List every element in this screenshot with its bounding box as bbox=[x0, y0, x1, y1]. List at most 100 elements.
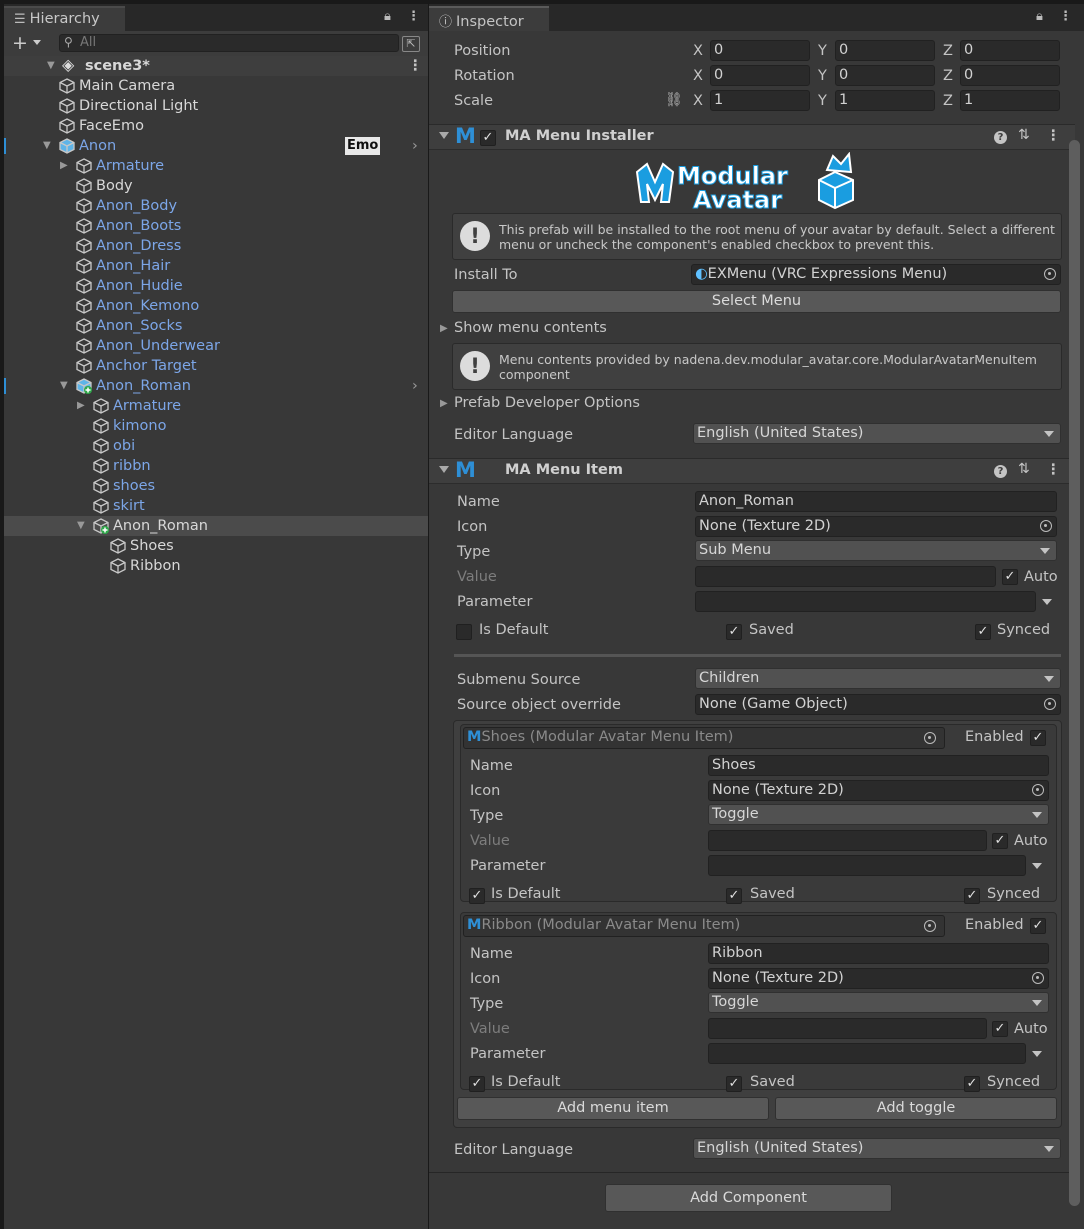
hierarchy-item[interactable]: ▼ Anon_Roman › bbox=[4, 376, 428, 396]
chevron-right-icon[interactable]: › bbox=[412, 376, 418, 396]
add-toggle-button[interactable]: Add toggle bbox=[775, 1097, 1057, 1120]
lock-icon[interactable]: 🔒︎ bbox=[384, 9, 391, 24]
auto-checkbox[interactable]: ✓ bbox=[1002, 569, 1018, 585]
collapse-arrow-icon[interactable]: ▶ bbox=[77, 396, 85, 416]
is-default-checkbox[interactable] bbox=[456, 624, 472, 640]
component-menu-icon[interactable]: ⋮ bbox=[1046, 128, 1061, 144]
value-field[interactable] bbox=[708, 1018, 987, 1039]
object-picker-icon[interactable] bbox=[924, 920, 936, 932]
object-picker-icon[interactable] bbox=[1032, 972, 1044, 984]
add-icon[interactable]: + bbox=[12, 32, 28, 54]
install-to-field[interactable]: ◐EXMenu (VRC Expressions Menu) bbox=[691, 264, 1061, 285]
position-z-field[interactable]: 0 bbox=[960, 40, 1060, 61]
object-picker-icon[interactable] bbox=[1044, 698, 1056, 710]
name-field[interactable]: Shoes bbox=[708, 755, 1049, 776]
scene-visibility-icon[interactable]: ⇱ bbox=[402, 36, 420, 52]
parameter-field[interactable] bbox=[708, 1043, 1026, 1064]
component-menu-icon[interactable]: ⋮ bbox=[1046, 462, 1061, 478]
hierarchy-item[interactable]: obi bbox=[4, 436, 428, 456]
hierarchy-item[interactable]: Anon_Boots bbox=[4, 216, 428, 236]
hierarchy-item[interactable]: Anchor Target bbox=[4, 356, 428, 376]
synced-checkbox[interactable]: ✓ bbox=[964, 888, 980, 904]
collapse-arrow-icon[interactable]: ▶ bbox=[60, 156, 68, 176]
child-header-field[interactable]: MRibbon (Modular Avatar Menu Item) bbox=[463, 915, 945, 937]
inspector-scrollbar[interactable] bbox=[1069, 140, 1080, 1206]
hierarchy-item[interactable]: ▶ Armature bbox=[4, 396, 428, 416]
hierarchy-item[interactable]: Directional Light bbox=[4, 96, 428, 116]
is-default-checkbox[interactable]: ✓ bbox=[469, 1076, 485, 1092]
hierarchy-item[interactable]: Anon_Body bbox=[4, 196, 428, 216]
source-override-field[interactable]: None (Game Object) bbox=[695, 694, 1061, 715]
hierarchy-item[interactable]: Shoes bbox=[4, 536, 428, 556]
expand-arrow-icon[interactable]: ▼ bbox=[47, 56, 55, 76]
auto-checkbox[interactable]: ✓ bbox=[992, 1021, 1008, 1037]
menu-item-header[interactable]: M MA Menu Item ? ⇅ ⋮ bbox=[429, 458, 1075, 484]
installer-enabled-checkbox[interactable]: ✓ bbox=[480, 130, 496, 146]
help-icon[interactable]: ? bbox=[994, 131, 1007, 144]
type-dropdown[interactable]: Toggle bbox=[708, 992, 1049, 1013]
value-field[interactable] bbox=[695, 566, 996, 587]
prefab-developer-options-foldout[interactable]: Prefab Developer Options bbox=[454, 393, 640, 413]
x-axis-label[interactable]: X bbox=[693, 91, 703, 111]
auto-checkbox[interactable]: ✓ bbox=[992, 833, 1008, 849]
foldout-arrow-icon[interactable] bbox=[439, 132, 449, 139]
icon-field[interactable]: None (Texture 2D) bbox=[695, 516, 1057, 537]
preset-icon[interactable]: ⇅ bbox=[1018, 461, 1030, 477]
object-picker-icon[interactable] bbox=[924, 732, 936, 744]
position-x-field[interactable]: 0 bbox=[710, 40, 810, 61]
x-axis-label[interactable]: X bbox=[693, 66, 703, 86]
parameter-field[interactable] bbox=[695, 591, 1036, 612]
search-input[interactable]: ⚲ All bbox=[59, 34, 399, 52]
position-y-field[interactable]: 0 bbox=[835, 40, 935, 61]
hierarchy-item[interactable]: ▼ Anon_Roman bbox=[4, 516, 428, 536]
icon-field[interactable]: None (Texture 2D) bbox=[708, 780, 1049, 801]
scale-z-field[interactable]: 1 bbox=[960, 90, 1060, 111]
z-axis-label[interactable]: Z bbox=[943, 41, 953, 61]
y-axis-label[interactable]: Y bbox=[818, 41, 827, 61]
scale-y-field[interactable]: 1 bbox=[835, 90, 935, 111]
more-options-icon[interactable]: ⋮ bbox=[1059, 9, 1072, 24]
add-menu-item-button[interactable]: Add menu item bbox=[457, 1097, 769, 1120]
parameter-dropdown-icon[interactable] bbox=[1032, 1051, 1042, 1057]
hierarchy-item[interactable]: FaceEmo bbox=[4, 116, 428, 136]
hierarchy-item[interactable]: Anon_Socks bbox=[4, 316, 428, 336]
chevron-right-icon[interactable]: › bbox=[412, 136, 418, 156]
link-icon[interactable]: ⛓ bbox=[665, 92, 683, 108]
is-default-checkbox[interactable]: ✓ bbox=[469, 888, 485, 904]
expand-arrow-icon[interactable]: ▼ bbox=[77, 516, 85, 536]
saved-checkbox[interactable]: ✓ bbox=[726, 1076, 742, 1092]
more-options-icon[interactable]: ⋮ bbox=[407, 9, 420, 24]
y-axis-label[interactable]: Y bbox=[818, 91, 827, 111]
editor-language-dropdown-2[interactable]: English (United States) bbox=[693, 1138, 1061, 1159]
lock-icon[interactable]: 🔒︎ bbox=[1036, 9, 1043, 24]
expand-arrow-icon[interactable]: ▼ bbox=[60, 376, 68, 396]
hierarchy-item[interactable]: shoes bbox=[4, 476, 428, 496]
chevron-down-icon[interactable] bbox=[33, 40, 41, 45]
parameter-dropdown-icon[interactable] bbox=[1032, 863, 1042, 869]
rotation-y-field[interactable]: 0 bbox=[835, 65, 935, 86]
child-header-field[interactable]: MShoes (Modular Avatar Menu Item) bbox=[463, 727, 945, 749]
scale-x-field[interactable]: 1 bbox=[710, 90, 810, 111]
x-axis-label[interactable]: X bbox=[693, 41, 703, 61]
z-axis-label[interactable]: Z bbox=[943, 91, 953, 111]
add-component-button[interactable]: Add Component bbox=[605, 1184, 892, 1212]
expand-arrow-icon[interactable]: ▼ bbox=[43, 136, 51, 156]
show-menu-contents-foldout[interactable]: Show menu contents bbox=[454, 318, 607, 338]
rotation-z-field[interactable]: 0 bbox=[960, 65, 1060, 86]
foldout-arrow-icon[interactable]: ▶ bbox=[440, 323, 448, 334]
rotation-x-field[interactable]: 0 bbox=[710, 65, 810, 86]
help-icon[interactable]: ? bbox=[994, 465, 1007, 478]
menu-installer-header[interactable]: M ✓ MA Menu Installer ? ⇅ ⋮ bbox=[429, 124, 1075, 150]
enabled-checkbox[interactable]: ✓ bbox=[1030, 730, 1046, 746]
name-field[interactable]: Ribbon bbox=[708, 943, 1049, 964]
hierarchy-item[interactable]: ▼ Anon Emo › bbox=[4, 136, 428, 156]
submenu-source-dropdown[interactable]: Children bbox=[695, 668, 1061, 689]
hierarchy-item[interactable]: Anon_Hair bbox=[4, 256, 428, 276]
editor-language-dropdown[interactable]: English (United States) bbox=[693, 423, 1061, 444]
hierarchy-item[interactable]: Anon_Kemono bbox=[4, 296, 428, 316]
foldout-arrow-icon[interactable]: ▶ bbox=[440, 398, 448, 409]
hierarchy-item[interactable]: Anon_Underwear bbox=[4, 336, 428, 356]
hierarchy-item[interactable]: Anon_Hudie bbox=[4, 276, 428, 296]
saved-checkbox[interactable]: ✓ bbox=[726, 888, 742, 904]
preset-icon[interactable]: ⇅ bbox=[1018, 127, 1030, 143]
